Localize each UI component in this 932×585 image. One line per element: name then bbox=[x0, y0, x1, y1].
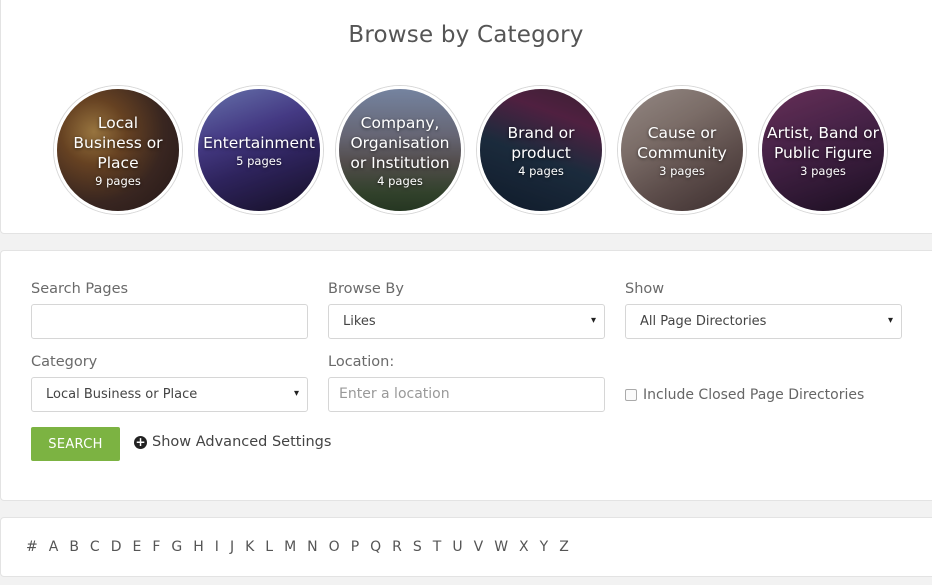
category-local-business[interactable]: Local Business or Place 9 pages bbox=[54, 86, 182, 214]
browse-title: Browse by Category bbox=[348, 22, 584, 48]
include-closed-label: Include Closed Page Directories bbox=[643, 387, 865, 403]
category-name: Brand or product bbox=[507, 123, 575, 162]
category-count: 9 pages bbox=[95, 173, 141, 188]
search-pages-label: Search Pages bbox=[31, 281, 129, 297]
show-select[interactable]: All Page Directories ▾ bbox=[625, 304, 902, 339]
category-select[interactable]: Local Business or Place ▾ bbox=[31, 377, 308, 412]
search-button[interactable]: SEARCH bbox=[31, 427, 120, 461]
show-advanced-settings-link[interactable]: + Show Advanced Settings bbox=[134, 434, 331, 450]
alphabet-letter-o[interactable]: O bbox=[329, 539, 340, 555]
category-label: Category bbox=[31, 354, 98, 370]
alphabet-letter-hash[interactable]: # bbox=[26, 539, 38, 555]
alphabet-nav: # A B C D E F G H I J K L M N O P Q R S T U V W X Y Z bbox=[26, 539, 580, 555]
alphabet-letter-j[interactable]: J bbox=[230, 539, 234, 555]
include-closed-checkbox[interactable] bbox=[625, 389, 637, 401]
category-name: Company, Organisation or Institution bbox=[350, 113, 450, 172]
category-count: 4 pages bbox=[377, 173, 423, 188]
alphabet-letter-s[interactable]: S bbox=[413, 539, 422, 555]
category-count: 4 pages bbox=[518, 163, 564, 178]
category-count: 5 pages bbox=[236, 153, 282, 168]
chevron-down-icon: ▾ bbox=[887, 315, 893, 326]
alphabet-letter-r[interactable]: R bbox=[392, 539, 402, 555]
show-label: Show bbox=[625, 281, 665, 297]
alphabet-letter-w[interactable]: W bbox=[494, 539, 508, 555]
search-input[interactable] bbox=[31, 304, 308, 339]
alphabet-letter-n[interactable]: N bbox=[307, 539, 317, 555]
chevron-down-icon: ▾ bbox=[590, 315, 596, 326]
chevron-down-icon: ▾ bbox=[293, 388, 299, 399]
category-name: Local Business or Place bbox=[73, 113, 163, 172]
alphabet-letter-y[interactable]: Y bbox=[540, 539, 549, 555]
alphabet-letter-u[interactable]: U bbox=[452, 539, 462, 555]
category-list: Local Business or Place 9 pages Entertai… bbox=[54, 86, 887, 214]
location-input[interactable] bbox=[328, 377, 605, 412]
category-brand[interactable]: Brand or product 4 pages bbox=[477, 86, 605, 214]
category-name: Cause or Community bbox=[637, 123, 727, 162]
alphabet-letter-m[interactable]: M bbox=[284, 539, 296, 555]
alphabet-letter-b[interactable]: B bbox=[69, 539, 79, 555]
search-panel bbox=[0, 250, 932, 501]
show-value: All Page Directories bbox=[640, 314, 767, 329]
show-advanced-settings-label: Show Advanced Settings bbox=[152, 434, 332, 450]
category-artist[interactable]: Artist, Band or Public Figure 3 pages bbox=[759, 86, 887, 214]
alphabet-letter-h[interactable]: H bbox=[193, 539, 204, 555]
alphabet-letter-v[interactable]: V bbox=[474, 539, 484, 555]
alphabet-letter-e[interactable]: E bbox=[132, 539, 141, 555]
browse-by-value: Likes bbox=[343, 314, 376, 329]
alphabet-letter-x[interactable]: X bbox=[519, 539, 529, 555]
category-company[interactable]: Company, Organisation or Institution 4 p… bbox=[336, 86, 464, 214]
alphabet-letter-a[interactable]: A bbox=[49, 539, 59, 555]
alphabet-letter-k[interactable]: K bbox=[245, 539, 254, 555]
alphabet-letter-l[interactable]: L bbox=[265, 539, 273, 555]
alphabet-letter-f[interactable]: F bbox=[152, 539, 160, 555]
plus-circle-icon: + bbox=[134, 434, 147, 449]
browse-by-select[interactable]: Likes ▾ bbox=[328, 304, 605, 339]
category-name: Artist, Band or Public Figure bbox=[767, 123, 879, 162]
category-cause[interactable]: Cause or Community 3 pages bbox=[618, 86, 746, 214]
category-count: 3 pages bbox=[800, 163, 846, 178]
alphabet-letter-i[interactable]: I bbox=[215, 539, 219, 555]
alphabet-letter-c[interactable]: C bbox=[90, 539, 100, 555]
alphabet-letter-d[interactable]: D bbox=[111, 539, 122, 555]
category-name: Entertainment bbox=[203, 133, 315, 152]
category-value: Local Business or Place bbox=[46, 387, 198, 402]
alphabet-letter-q[interactable]: Q bbox=[370, 539, 381, 555]
alphabet-letter-p[interactable]: P bbox=[351, 539, 359, 555]
category-entertainment[interactable]: Entertainment 5 pages bbox=[195, 86, 323, 214]
include-closed-row: Include Closed Page Directories bbox=[625, 387, 864, 403]
location-label: Location: bbox=[328, 354, 395, 370]
alphabet-letter-t[interactable]: T bbox=[433, 539, 442, 555]
alphabet-letter-g[interactable]: G bbox=[171, 539, 182, 555]
alphabet-letter-z[interactable]: Z bbox=[559, 539, 569, 555]
category-count: 3 pages bbox=[659, 163, 705, 178]
browse-by-label: Browse By bbox=[328, 281, 404, 297]
